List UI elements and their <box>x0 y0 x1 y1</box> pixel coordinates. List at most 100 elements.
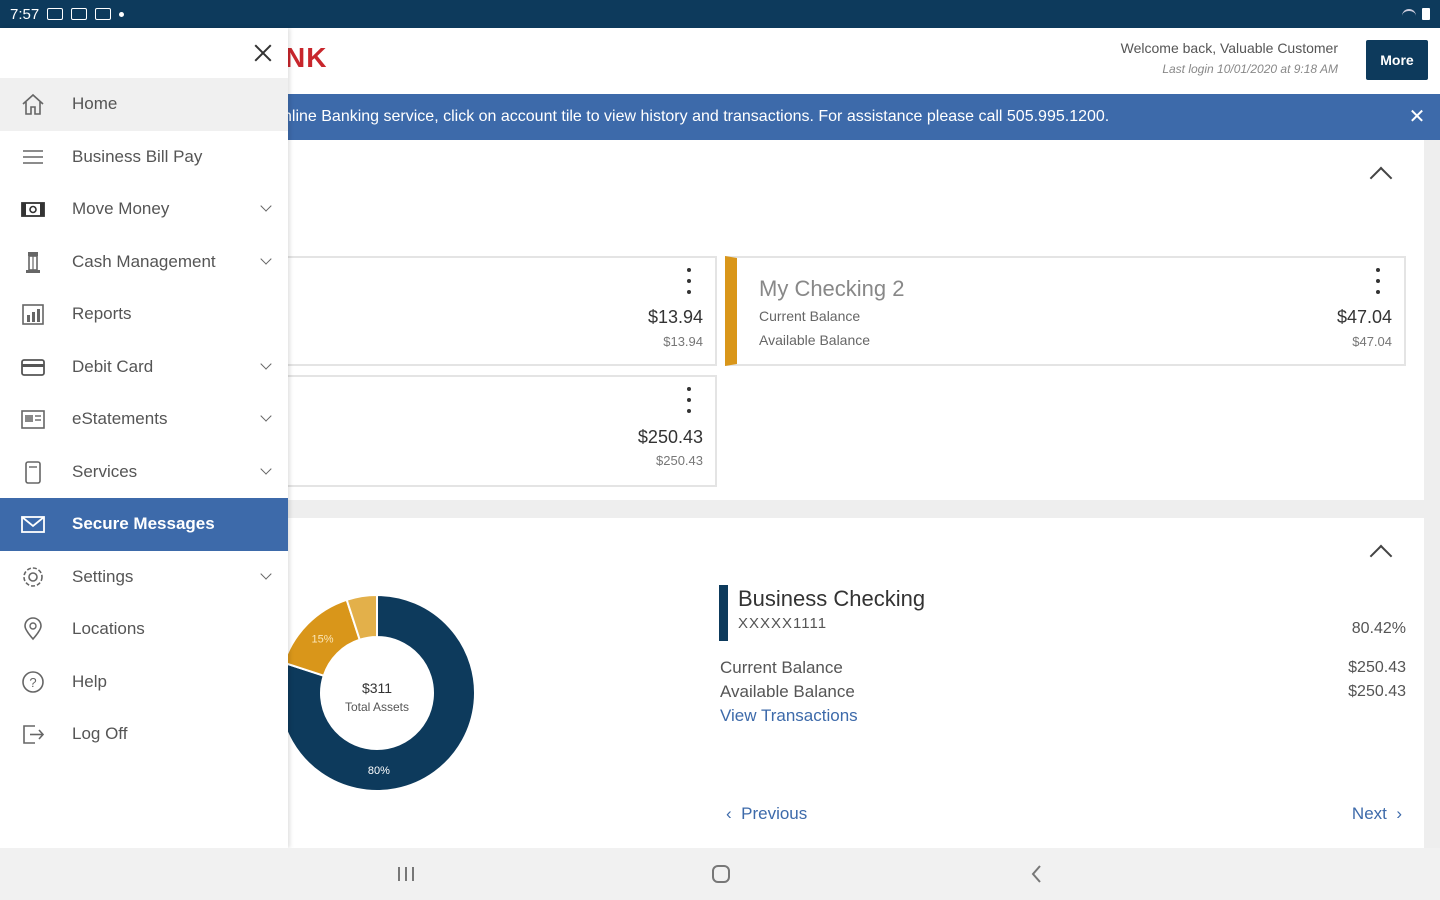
sidebar-item-label: Home <box>72 94 118 114</box>
previous-label: Previous <box>741 804 808 823</box>
account-tile-3[interactable]: $250.43 $250.43 <box>288 375 717 487</box>
detail-current-value: $250.43 <box>1348 659 1406 676</box>
donut-segment-label-1: 15% <box>312 634 334 646</box>
nav-list: Home Business Bill Pay Move Money Cash Mana… <box>0 78 288 761</box>
status-right <box>1402 8 1430 20</box>
location-pin-icon <box>24 617 42 641</box>
sidebar-item-log-off[interactable]: Log Off <box>0 708 288 761</box>
collapse-assets-icon[interactable] <box>1368 538 1394 564</box>
tile-current-balance: $250.43 <box>637 427 703 447</box>
chevron-down-icon[interactable] <box>260 412 272 424</box>
gear-icon <box>23 566 43 587</box>
sidebar-item-move-money[interactable]: Move Money <box>0 183 288 236</box>
tile-available-balance: $13.94 <box>663 334 703 349</box>
sidebar-item-settings[interactable]: Settings <box>0 551 288 604</box>
sidebar-item-label: Settings <box>72 566 134 586</box>
home-button-icon[interactable] <box>708 862 734 886</box>
account-tile-my-checking-2[interactable]: My Checking 2 Current Balance Available … <box>725 256 1406 366</box>
account-detail-name: Business Checking <box>738 586 926 611</box>
tile-available-label: Available Balance <box>759 332 871 348</box>
account-detail-number: XXXXX1111 <box>738 615 828 632</box>
tile-current-label: Current Balance <box>759 308 861 324</box>
bar-chart-icon <box>22 304 44 325</box>
sidebar-item-services[interactable]: Services <box>0 446 288 499</box>
sidebar-item-label: eStatements <box>72 409 168 429</box>
more-button[interactable]: More <box>1366 40 1428 80</box>
navigation-drawer: Home Business Bill Pay Move Money Cash Mana… <box>0 28 288 848</box>
previous-button[interactable]: ‹ Previous <box>726 804 807 824</box>
sidebar-item-label: Services <box>72 461 138 481</box>
donut-segment-label-0: 80% <box>368 765 390 777</box>
wifi-icon <box>1402 9 1416 19</box>
sidebar-item-secure-messages[interactable]: Secure Messages <box>0 498 288 551</box>
sidebar-item-home[interactable]: Home <box>0 78 288 131</box>
back-icon[interactable] <box>1024 862 1050 886</box>
bank-building-icon <box>26 251 40 273</box>
last-login-text: Last login 10/01/2020 at 9:18 AM <box>1162 62 1338 76</box>
statement-icon <box>21 410 45 429</box>
chevron-down-icon[interactable] <box>260 255 272 267</box>
tile-available-balance: $47.04 <box>1352 334 1392 349</box>
home-icon <box>22 93 44 115</box>
kebab-menu-icon[interactable] <box>687 268 693 294</box>
collapse-accounts-icon[interactable] <box>1368 160 1394 186</box>
recent-apps-icon[interactable] <box>393 862 419 886</box>
accounts-panel: $13.94 $13.94 My Checking 2 Current Bala… <box>288 140 1424 500</box>
tile-current-balance: $13.94 <box>647 307 703 327</box>
system-nav-bar <box>0 848 1440 900</box>
sidebar-item-business-bill-pay[interactable]: Business Bill Pay <box>0 131 288 184</box>
bank-logo[interactable]: NK <box>285 42 327 74</box>
sidebar-item-label: Help <box>72 671 107 691</box>
chevron-down-icon[interactable] <box>260 465 272 477</box>
kebab-menu-icon[interactable] <box>687 387 693 413</box>
sidebar-item-cash-management[interactable]: Cash Management <box>0 236 288 289</box>
chevron-right-icon: › <box>1386 804 1402 823</box>
status-bar: 7:57 <box>0 0 1440 28</box>
photo-icon <box>95 8 112 20</box>
gallery-icon <box>71 8 88 20</box>
sidebar-item-label: Debit Card <box>72 356 154 376</box>
list-icon <box>23 149 43 164</box>
sidebar-item-label: Cash Management <box>72 251 216 271</box>
battery-icon <box>1422 8 1430 20</box>
status-icons <box>47 8 125 20</box>
welcome-text: Welcome back, Valuable Customer <box>1120 40 1338 56</box>
more-notifications-icon <box>119 11 125 17</box>
account-tile-1[interactable]: $13.94 $13.94 <box>288 256 717 366</box>
envelope-icon <box>21 516 45 533</box>
account-detail-percent: 80.42% <box>1351 620 1406 637</box>
banner-message: nline Banking service, click on account … <box>283 108 1110 125</box>
chevron-down-icon[interactable] <box>260 570 272 582</box>
kebab-menu-icon[interactable] <box>1376 268 1382 294</box>
chevron-left-icon: ‹ <box>726 804 742 823</box>
total-assets-value: $311 <box>361 680 393 696</box>
sidebar-item-label: Secure Messages <box>72 514 215 534</box>
close-drawer-icon[interactable] <box>250 40 276 66</box>
sidebar-item-locations[interactable]: Locations <box>0 603 288 656</box>
detail-available-label: Available Balance <box>720 682 855 701</box>
logout-icon <box>23 725 45 744</box>
sidebar-item-help[interactable]: ? Help <box>0 656 288 709</box>
sidebar-item-label: Business Bill Pay <box>72 146 203 166</box>
money-icon <box>21 202 45 217</box>
sidebar-item-label: Log Off <box>72 724 128 744</box>
services-icon <box>25 460 41 484</box>
tile-available-balance: $250.43 <box>656 453 703 468</box>
tile-current-balance: $47.04 <box>1336 307 1392 327</box>
banner-close-icon[interactable]: ✕ <box>1406 106 1428 128</box>
sidebar-item-debit-card[interactable]: Debit Card <box>0 341 288 394</box>
total-assets-label: Total Assets <box>344 700 410 714</box>
tile-account-name: My Checking 2 <box>759 276 905 301</box>
sidebar-item-reports[interactable]: Reports <box>0 288 288 341</box>
sidebar-item-estatements[interactable]: eStatements <box>0 393 288 446</box>
card-icon <box>21 358 45 376</box>
chevron-down-icon[interactable] <box>260 202 272 214</box>
help-icon: ? <box>22 670 44 693</box>
view-transactions-link[interactable]: View Transactions <box>720 706 858 726</box>
next-button[interactable]: Next › <box>1352 804 1402 824</box>
sidebar-item-label: Locations <box>72 619 145 639</box>
sidebar-item-label: Reports <box>72 304 132 324</box>
svg-text:?: ? <box>29 675 36 690</box>
chevron-down-icon[interactable] <box>260 360 272 372</box>
welcome-block: Welcome back, Valuable Customer Last log… <box>1121 40 1338 76</box>
